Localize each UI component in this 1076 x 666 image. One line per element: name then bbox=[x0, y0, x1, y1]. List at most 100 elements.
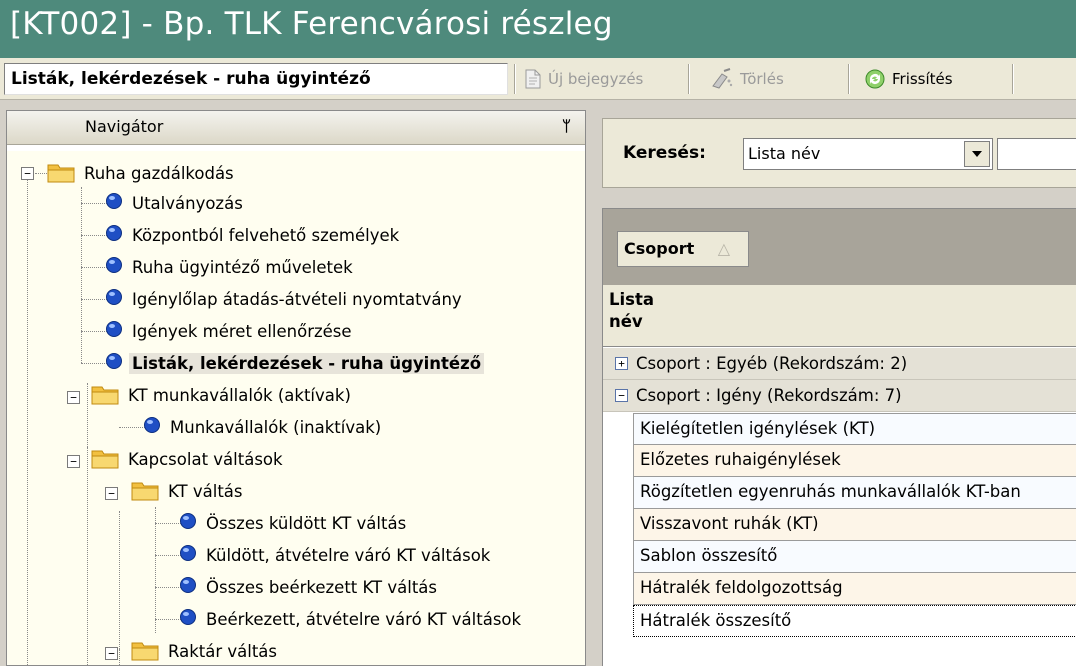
pin-icon[interactable]: ᛘ bbox=[562, 117, 571, 135]
tree-connector bbox=[155, 555, 181, 556]
refresh-button[interactable]: Frissítés bbox=[858, 63, 959, 95]
tree-node-beerkezett-atvetelre[interactable]: Beérkezett, átvételre váró KT váltások bbox=[179, 603, 524, 635]
search-field-select[interactable]: Lista név bbox=[743, 138, 993, 170]
folder-icon bbox=[91, 381, 119, 409]
column-header-label: Lista név bbox=[609, 290, 655, 331]
navigator-header: Navigátor ᛘ bbox=[7, 111, 585, 145]
tree-collapse-toggle[interactable]: − bbox=[21, 167, 34, 180]
node-bullet-icon bbox=[105, 224, 123, 246]
tree-collapse-toggle[interactable]: − bbox=[105, 487, 118, 500]
tree-connector bbox=[81, 235, 107, 236]
tree-connector bbox=[81, 203, 107, 204]
chevron-down-icon[interactable] bbox=[964, 141, 990, 167]
tree-connector bbox=[87, 383, 88, 447]
tree-node-listak-lekerdezesek[interactable]: Listák, lekérdezések - ruha ügyintéző bbox=[105, 347, 485, 379]
tree-node-raktar-valtas[interactable]: Raktár váltás bbox=[131, 635, 280, 665]
tree-node-label: Utalványozás bbox=[132, 193, 243, 213]
table-row[interactable]: Sablon összesítő bbox=[633, 541, 1076, 573]
tree-connector bbox=[155, 507, 156, 633]
tree-connector bbox=[81, 299, 107, 300]
navigation-tree: − Ruha gazdálkodás Utalványozás Központb… bbox=[7, 151, 585, 665]
tree-connector bbox=[81, 363, 107, 364]
new-entry-label: Új bejegyzés bbox=[548, 70, 644, 88]
group-by-label: Csoport bbox=[624, 239, 695, 258]
tree-connector bbox=[119, 511, 120, 649]
node-bullet-icon bbox=[105, 320, 123, 342]
tree-node-label: KT munkavállalók (aktívak) bbox=[128, 385, 351, 405]
table-row[interactable]: Hátralék összesítő bbox=[633, 605, 1076, 637]
refresh-label: Frissítés bbox=[892, 70, 953, 88]
group-row-egyeb[interactable]: + Csoport : Egyéb (Rekordszám: 2) bbox=[603, 348, 1076, 380]
tree-node-ruha-ugyintezo-muveletek[interactable]: Ruha ügyintéző műveletek bbox=[105, 251, 356, 283]
search-field-value: Lista név bbox=[748, 144, 821, 163]
tree-connector bbox=[155, 523, 181, 524]
collapse-icon[interactable]: − bbox=[615, 389, 628, 402]
window-title-bar: [KT002] - Bp. TLK Ferencvárosi részleg bbox=[0, 0, 1076, 58]
tree-node-label: Munkavállalók (inaktívak) bbox=[170, 417, 382, 437]
table-row[interactable]: Kielégítetlen igénylések (KT) bbox=[633, 413, 1076, 445]
node-bullet-icon bbox=[105, 288, 123, 310]
tree-connector bbox=[155, 619, 181, 620]
tree-node-kt-valtas[interactable]: KT váltás bbox=[131, 475, 246, 507]
new-document-icon bbox=[524, 69, 542, 89]
node-bullet-icon bbox=[105, 256, 123, 278]
sort-ascending-icon: △ bbox=[717, 239, 730, 258]
node-bullet-icon bbox=[179, 576, 197, 598]
tree-node-kozpontbol[interactable]: Központból felvehető személyek bbox=[105, 219, 402, 251]
search-bar: Keresés: Lista név bbox=[602, 118, 1076, 188]
tree-connector bbox=[81, 267, 107, 268]
tree-node-label: Ruha ügyintéző műveletek bbox=[132, 257, 353, 277]
group-row-label: Csoport : Egyéb (Rekordszám: 2) bbox=[636, 354, 908, 373]
tree-node-ruha-gazdalkodas[interactable]: Ruha gazdálkodás bbox=[47, 157, 237, 189]
tree-collapse-toggle[interactable]: − bbox=[67, 455, 80, 468]
tree-node-label: Központból felvehető személyek bbox=[132, 225, 400, 245]
new-entry-button[interactable]: Új bejegyzés bbox=[518, 63, 649, 95]
group-row-label: Csoport : Igény (Rekordszám: 7) bbox=[636, 386, 902, 405]
column-header-lista-nev[interactable]: Lista név bbox=[603, 285, 1076, 347]
node-bullet-icon bbox=[179, 608, 197, 630]
navigator-title: Navigátor bbox=[85, 117, 164, 136]
tree-node-osszes-beerkezett[interactable]: Összes beérkezett KT váltás bbox=[179, 571, 440, 603]
tree-node-igenylolap[interactable]: Igénylőlap átadás-átvételi nyomtatvány bbox=[105, 283, 465, 315]
tree-collapse-toggle[interactable]: − bbox=[67, 391, 80, 404]
search-input[interactable] bbox=[997, 138, 1076, 170]
tree-node-label: Ruha gazdálkodás bbox=[84, 163, 234, 183]
tree-node-kuldott-atvetelre[interactable]: Küldött, átvételre váró KT váltások bbox=[179, 539, 493, 571]
table-row[interactable]: Előzetes ruhaigénylések bbox=[633, 445, 1076, 477]
tree-node-kt-munkavallalok[interactable]: KT munkavállalók (aktívak) bbox=[91, 379, 354, 411]
toolbar-separator bbox=[514, 64, 516, 94]
tree-connector bbox=[119, 649, 120, 665]
delete-button[interactable]: Törlés bbox=[704, 63, 790, 95]
toolbar-separator bbox=[848, 64, 850, 94]
tree-node-munkavallalok-inaktivak[interactable]: Munkavállalók (inaktívak) bbox=[143, 411, 384, 443]
tree-node-label: Összes beérkezett KT váltás bbox=[206, 577, 438, 597]
navigator-panel: Navigátor ᛘ − Ruha gazdálkodás Utalványo… bbox=[6, 110, 586, 666]
tree-node-utalvanyozas[interactable]: Utalványozás bbox=[105, 187, 246, 219]
tree-connector bbox=[35, 173, 47, 174]
toolbar-separator bbox=[1012, 64, 1014, 94]
tree-node-kapcsolat-valtasok[interactable]: Kapcsolat váltások bbox=[91, 443, 286, 475]
toolbar: Listák, lekérdezések - ruha ügyintéző Új… bbox=[0, 58, 1076, 100]
tree-connector bbox=[87, 447, 88, 665]
tree-node-label: Igények méret ellenőrzése bbox=[132, 321, 352, 341]
expand-icon[interactable]: + bbox=[615, 357, 628, 370]
group-row-igeny[interactable]: − Csoport : Igény (Rekordszám: 7) bbox=[603, 380, 1076, 412]
tree-node-label: KT váltás bbox=[168, 481, 243, 501]
node-bullet-icon bbox=[105, 192, 123, 214]
tree-connector bbox=[119, 427, 145, 428]
table-row[interactable]: Hátralék feldolgozottság bbox=[633, 573, 1076, 605]
folder-icon bbox=[131, 637, 159, 665]
table-row[interactable]: Rögzítetlen egyenruhás munkavállalók KT-… bbox=[633, 477, 1076, 509]
folder-icon bbox=[131, 477, 159, 505]
tree-collapse-toggle[interactable]: − bbox=[105, 647, 118, 660]
tree-connector bbox=[81, 331, 107, 332]
table-row[interactable]: Visszavont ruhák (KT) bbox=[633, 509, 1076, 541]
current-page-label: Listák, lekérdezések - ruha ügyintéző bbox=[4, 63, 508, 95]
refresh-icon bbox=[864, 68, 886, 90]
node-bullet-icon bbox=[105, 352, 123, 374]
group-by-area: Csoport △ bbox=[603, 209, 1076, 285]
tree-node-osszes-kuldott[interactable]: Összes küldött KT váltás bbox=[179, 507, 409, 539]
tree-node-igenyek-meret[interactable]: Igények méret ellenőrzése bbox=[105, 315, 355, 347]
group-by-chip[interactable]: Csoport △ bbox=[617, 231, 749, 267]
tree-connector bbox=[81, 187, 82, 363]
